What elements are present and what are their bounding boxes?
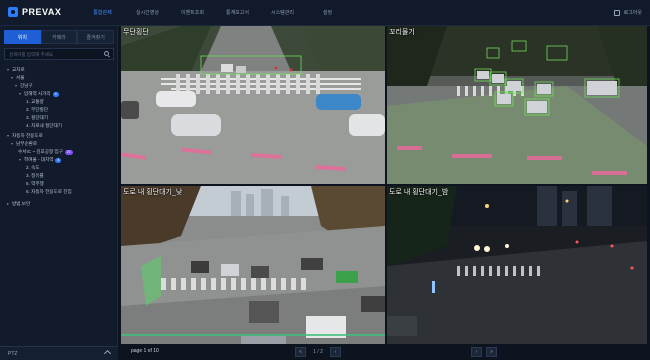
- tab-location[interactable]: 위치: [4, 30, 41, 44]
- camera-label: 꼬리물기: [389, 29, 415, 36]
- tree-item-intersection-site[interactable]: ▾ 압해역 사거리 4: [18, 90, 59, 98]
- camera-feed-image: [387, 26, 647, 184]
- nav-item-settings[interactable]: 설정: [305, 0, 350, 26]
- camera-tile-waiting-day[interactable]: 도로 내 횡단대기_낮: [121, 186, 385, 344]
- ptz-panel-toggle[interactable]: PTZ: [0, 346, 118, 360]
- camera-feed-image: [121, 26, 385, 184]
- tree-item-hakyeoul-daechi[interactable]: ▾ 학여울 - 대치역 4: [18, 156, 62, 164]
- pagination-bar: page 1 of 10 « 1 / 2 ‹ › »: [121, 344, 647, 360]
- page-indicator: 1 / 2: [313, 349, 323, 355]
- top-bar: PREVAX 통합관제 실시간영상 이벤트조회 통계보고서 시스템관리 설정 로…: [0, 0, 650, 26]
- tree-item-security[interactable]: ▸ 방범,보안: [6, 200, 30, 208]
- prev-page-button[interactable]: ‹: [330, 347, 341, 357]
- camera-tile-waiting-night[interactable]: 도로 내 횡단대기_밤: [387, 186, 647, 344]
- camera-label: 무단횡단: [123, 29, 149, 36]
- tree-item-camera[interactable]: 3. 정유률: [26, 172, 44, 180]
- sidebar: 위치 카메라 즐겨찾기 ▾교차로 ▾서울 ▾강남구 ▾압해역 사거리4 1. 교…: [0, 26, 118, 360]
- count-badge: 4: [52, 91, 59, 97]
- chevron-up-icon: [103, 349, 112, 358]
- ptz-label: PTZ: [8, 351, 18, 357]
- tree-item-intersection[interactable]: ▾ 교차로: [6, 66, 25, 74]
- search-icon[interactable]: [104, 51, 109, 56]
- app-name: PREVAX: [22, 7, 62, 17]
- tree-item-camera[interactable]: 6. 자동차 전용도로 진입: [26, 188, 72, 196]
- tree-item-expressway[interactable]: ▾ 자동차 전용도로: [6, 132, 43, 140]
- tree-item-camera[interactable]: 1. 교통량: [26, 98, 44, 106]
- camera-feed-image: [121, 186, 385, 344]
- nav-item-system[interactable]: 시스템관리: [260, 0, 305, 26]
- main-nav: 통합관제 실시간영상 이벤트조회 통계보고서 시스템관리 설정: [80, 0, 350, 26]
- nav-item-statistics[interactable]: 통계보고서: [215, 0, 260, 26]
- sidebar-tabs: 위치 카메라 즐겨찾기: [4, 30, 115, 44]
- logout-icon: [613, 9, 620, 16]
- camera-tile-jaywalking[interactable]: 무단횡단: [121, 26, 385, 184]
- search-input[interactable]: [5, 49, 101, 59]
- last-page-button[interactable]: »: [486, 347, 497, 357]
- tree-item-camera[interactable]: 5. 역주행: [26, 180, 44, 188]
- tree-item-camera[interactable]: 3. 횡단대기: [26, 114, 48, 122]
- nav-item-integrated-control[interactable]: 통합관제: [80, 0, 125, 26]
- camera-tile-tailgating[interactable]: 꼬리물기: [387, 26, 647, 184]
- logout-label: 로그아웃: [623, 10, 642, 16]
- next-page-button[interactable]: ›: [471, 347, 482, 357]
- logo-icon: [8, 7, 18, 17]
- tree-item-suseo-gimpo[interactable]: 수서IC ~ 김포공항 입구 21: [18, 148, 73, 156]
- tree-item-seoul[interactable]: ▾ 서울: [10, 74, 24, 82]
- tree-item-nambu-ring-road[interactable]: ▾ 남부순환로: [10, 140, 37, 148]
- first-page-button[interactable]: «: [295, 347, 306, 357]
- logout-button[interactable]: 로그아웃: [613, 9, 642, 16]
- tab-favorites[interactable]: 즐겨찾기: [77, 30, 115, 44]
- nav-item-event-search[interactable]: 이벤트조회: [170, 0, 215, 26]
- tab-camera[interactable]: 카메라: [40, 30, 78, 44]
- tree-item-gangnam[interactable]: ▾ 강남구: [14, 82, 33, 90]
- camera-label: 도로 내 횡단대기_밤: [389, 189, 449, 196]
- search-box: [4, 48, 114, 60]
- tree-item-camera[interactable]: 2. 속도: [26, 164, 40, 172]
- nav-item-live-video[interactable]: 실시간영상: [125, 0, 170, 26]
- page-info: page 1 of 10: [131, 348, 159, 354]
- logo[interactable]: PREVAX: [8, 7, 61, 17]
- tree-item-camera[interactable]: 2. 무단횡단: [26, 106, 48, 114]
- camera-label: 도로 내 횡단대기_낮: [123, 189, 183, 196]
- camera-feed-image: [387, 186, 647, 344]
- tree-item-camera[interactable]: 4. 차로내 횡단대기: [26, 122, 62, 130]
- camera-grid: 무단횡단 꼬리물기 도로 내 횡단대기_낮 도로 내 횡단대기_밤: [121, 26, 647, 344]
- count-badge: 4: [55, 157, 62, 163]
- count-badge: 21: [64, 149, 73, 155]
